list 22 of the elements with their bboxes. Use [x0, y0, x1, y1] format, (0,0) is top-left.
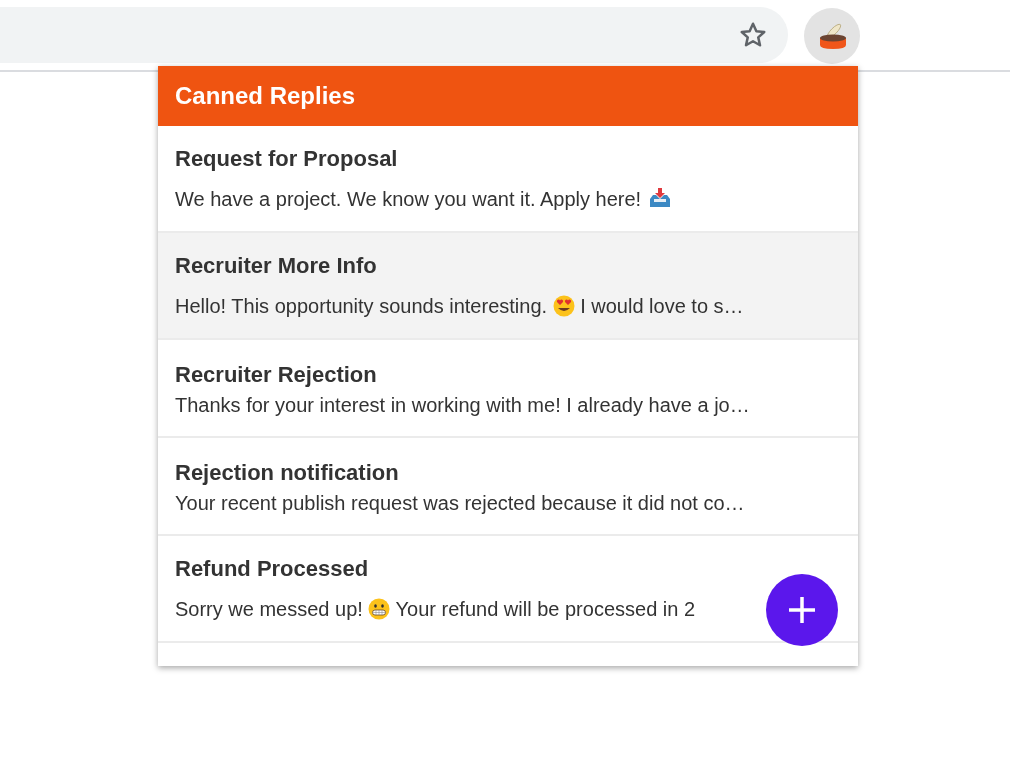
popup-title: Canned Replies: [175, 81, 356, 111]
reply-title: Rejection notification: [175, 459, 400, 487]
reply-preview: Thanks for your interest in working with me! I already have a jo…: [175, 393, 750, 418]
reply-preview: We have a project. We know you want it. Apply here!: [175, 185, 673, 213]
reply-title: Refund Processed: [175, 555, 370, 583]
reply-preview: Sorry we messed up! Your refund will be processed in 2: [175, 597, 696, 622]
inbox-tray-icon: [647, 187, 672, 209]
extension-button[interactable]: [804, 8, 860, 64]
reply-title: Recruiter More Info: [175, 252, 378, 280]
reply-item[interactable]: Recruiter More Info Hello! This opportunity sounds interesting. I would love to s…: [158, 233, 858, 340]
reply-item[interactable]: Refund Processed Sorry we messed up! Your refund will be processed in 2: [158, 536, 858, 643]
reply-item[interactable]: Request for Proposal We have a project. We know you want it. Apply here!: [158, 126, 858, 233]
plus-icon: [786, 594, 818, 626]
reply-item[interactable]: Recruiter Rejection Thanks for your interest in working with me! I already have a jo…: [158, 340, 858, 438]
reply-preview: Your recent publish request was rejected because it did not co…: [175, 491, 745, 516]
open-can-icon: [817, 21, 847, 51]
reply-title: Request for Proposal: [175, 145, 399, 173]
reply-title: Recruiter Rejection: [175, 361, 378, 389]
heart-eyes-face-icon: [552, 295, 575, 317]
reply-preview: Hello! This opportunity sounds interesting. I would love to s…: [175, 294, 744, 319]
grimacing-face-icon: [368, 598, 391, 620]
reply-item[interactable]: Rejection notification Your recent publish request was rejected because it did not co…: [158, 438, 858, 536]
